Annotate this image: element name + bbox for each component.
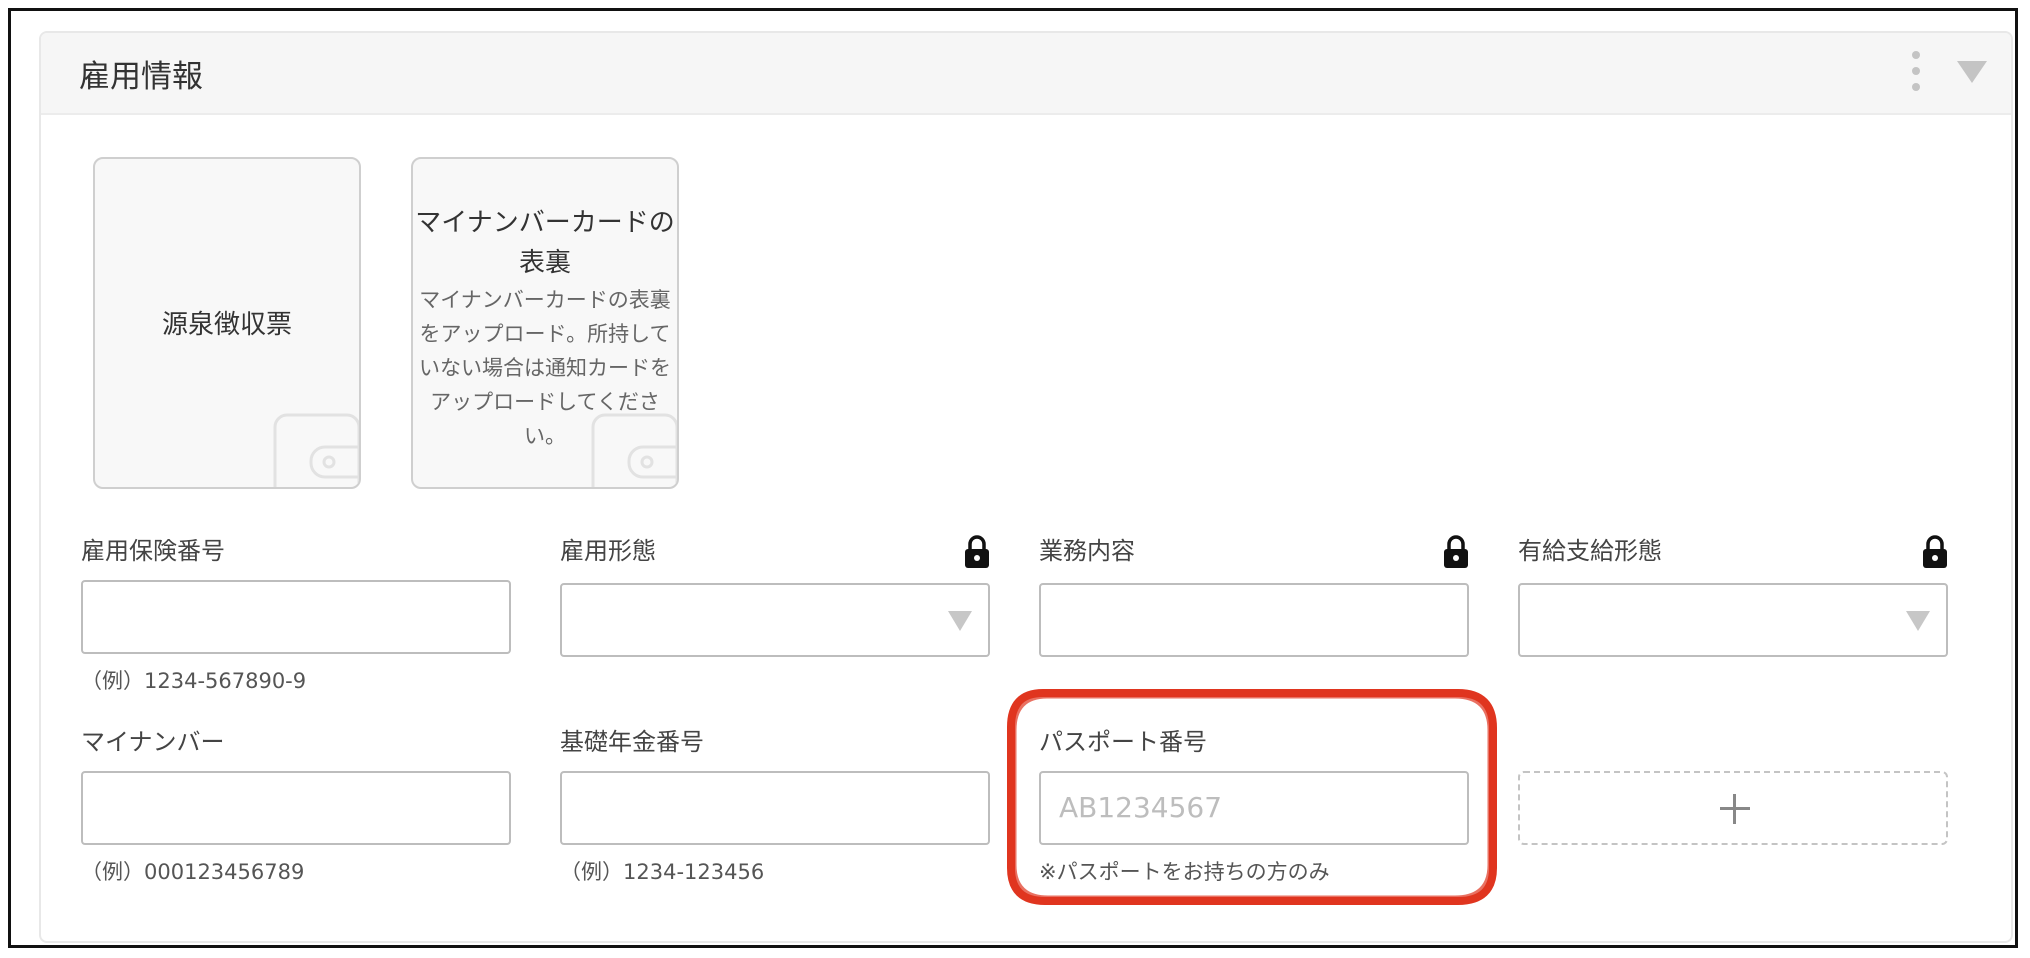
triangle-down-icon[interactable] [1957,61,1987,83]
field-label: 雇用形態 [560,537,656,565]
upload-card-withholding-slip[interactable]: 源泉徴収票 [93,157,361,489]
screenshot-frame: 雇用情報 源泉徴収票 マイナンバーカードの表裏 マイナンバーカードの表裏をアップ… [8,8,2018,948]
my-number-input[interactable] [81,771,511,845]
wallet-icon [273,413,359,487]
panel-title: 雇用情報 [79,59,203,95]
field-hint: （例）1234-567890-9 [81,669,307,693]
field-label: マイナンバー [81,728,225,756]
pension-number-input[interactable] [560,771,990,845]
passport-number-input[interactable]: AB1234567 [1039,771,1469,845]
paid-leave-type-select[interactable] [1518,583,1948,657]
field-label: 業務内容 [1039,537,1135,565]
panel-header: 雇用情報 [41,33,2011,115]
upload-card-mynumber-card[interactable]: マイナンバーカードの表裏 マイナンバーカードの表裏をアップロード。所持していない… [411,157,679,489]
wallet-icon [591,413,677,487]
field-label: 基礎年金番号 [560,728,704,756]
triangle-down-icon [948,611,972,631]
lock-icon [1923,535,1947,568]
input-placeholder: AB1234567 [1059,791,1223,824]
triangle-down-icon [1906,611,1930,631]
job-description-input[interactable] [1039,583,1469,657]
kebab-menu-icon[interactable] [1909,51,1921,91]
field-label: パスポート番号 [1039,728,1207,756]
field-label: 雇用保険番号 [81,537,225,565]
plus-icon [1720,794,1750,824]
field-hint: （例）000123456789 [81,860,305,884]
upload-card-title: 源泉徴収票 [161,310,292,340]
employment-type-select[interactable] [560,583,990,657]
add-field-button[interactable] [1518,771,1948,845]
field-hint: （例）1234-123456 [560,860,765,884]
field-hint: ※パスポートをお持ちの方のみ [1039,860,1330,884]
employment-insurance-input[interactable] [81,580,511,654]
upload-card-title: マイナンバーカードの表裏 [415,208,675,278]
lock-icon [1444,535,1468,568]
lock-icon [965,535,989,568]
field-label: 有給支給形態 [1518,537,1662,565]
